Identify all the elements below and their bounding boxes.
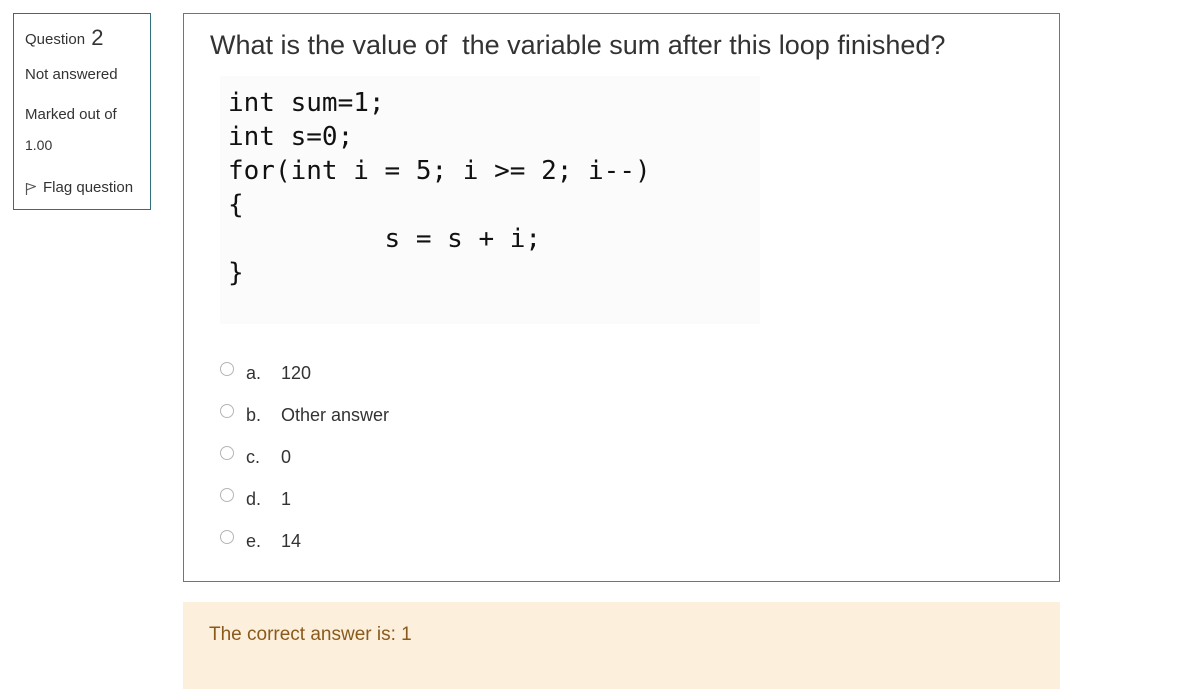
answer-text[interactable]: 120 xyxy=(281,363,311,384)
question-number: 2 xyxy=(91,25,104,50)
question-text: What is the value of the variable sum af… xyxy=(210,30,946,60)
correct-answer-feedback: The correct answer is: 1 xyxy=(209,624,412,645)
code-line: } xyxy=(228,258,244,288)
answer-text[interactable]: 1 xyxy=(281,489,291,510)
code-line: int s=0; xyxy=(228,122,354,152)
answer-option-d[interactable]: d. 1 xyxy=(220,485,291,513)
answer-radio-e[interactable] xyxy=(220,530,234,544)
question-info-panel: Question 2 Not answered Marked out of 1.… xyxy=(13,13,151,210)
feedback-panel: The correct answer is: 1 xyxy=(183,602,1060,689)
answer-letter: b. xyxy=(246,404,262,425)
answer-radio-d[interactable] xyxy=(220,488,234,502)
answer-letter: a. xyxy=(246,362,262,383)
code-line: s = s + i; xyxy=(228,224,542,254)
code-line: for(int i = 5; i >= 2; i--) xyxy=(228,156,651,186)
flag-question-label: Flag question xyxy=(43,178,134,196)
question-label: Question 2 xyxy=(25,25,103,51)
question-content-panel: What is the value of the variable sum af… xyxy=(183,13,1060,582)
code-snippet: int sum=1; int s=0; for(int i = 5; i >= … xyxy=(220,76,760,324)
answer-text[interactable]: 14 xyxy=(281,531,301,552)
answer-radio-c[interactable] xyxy=(220,446,234,460)
answer-letter: e. xyxy=(246,530,262,551)
question-status: Not answered xyxy=(25,66,118,83)
marked-out-of-label: Marked out of xyxy=(25,106,117,123)
answer-radio-b[interactable] xyxy=(220,404,234,418)
answer-text[interactable]: 0 xyxy=(281,447,291,468)
answer-option-a[interactable]: a. 120 xyxy=(220,359,311,387)
flag-question-link[interactable]: Flag question xyxy=(25,178,133,196)
answer-letter: c. xyxy=(246,446,261,467)
code-line: { xyxy=(228,190,244,220)
flag-icon xyxy=(25,182,37,195)
answer-option-e[interactable]: e. 14 xyxy=(220,527,301,555)
answer-option-b[interactable]: b. Other answer xyxy=(220,401,389,429)
answer-radio-a[interactable] xyxy=(220,362,234,376)
question-label-text: Question xyxy=(25,31,86,48)
answer-letter: d. xyxy=(246,488,262,509)
marked-out-of-value: 1.00 xyxy=(25,137,53,153)
code-line: int sum=1; xyxy=(228,88,385,118)
answer-option-c[interactable]: c. 0 xyxy=(220,443,291,471)
answer-text[interactable]: Other answer xyxy=(281,405,389,426)
